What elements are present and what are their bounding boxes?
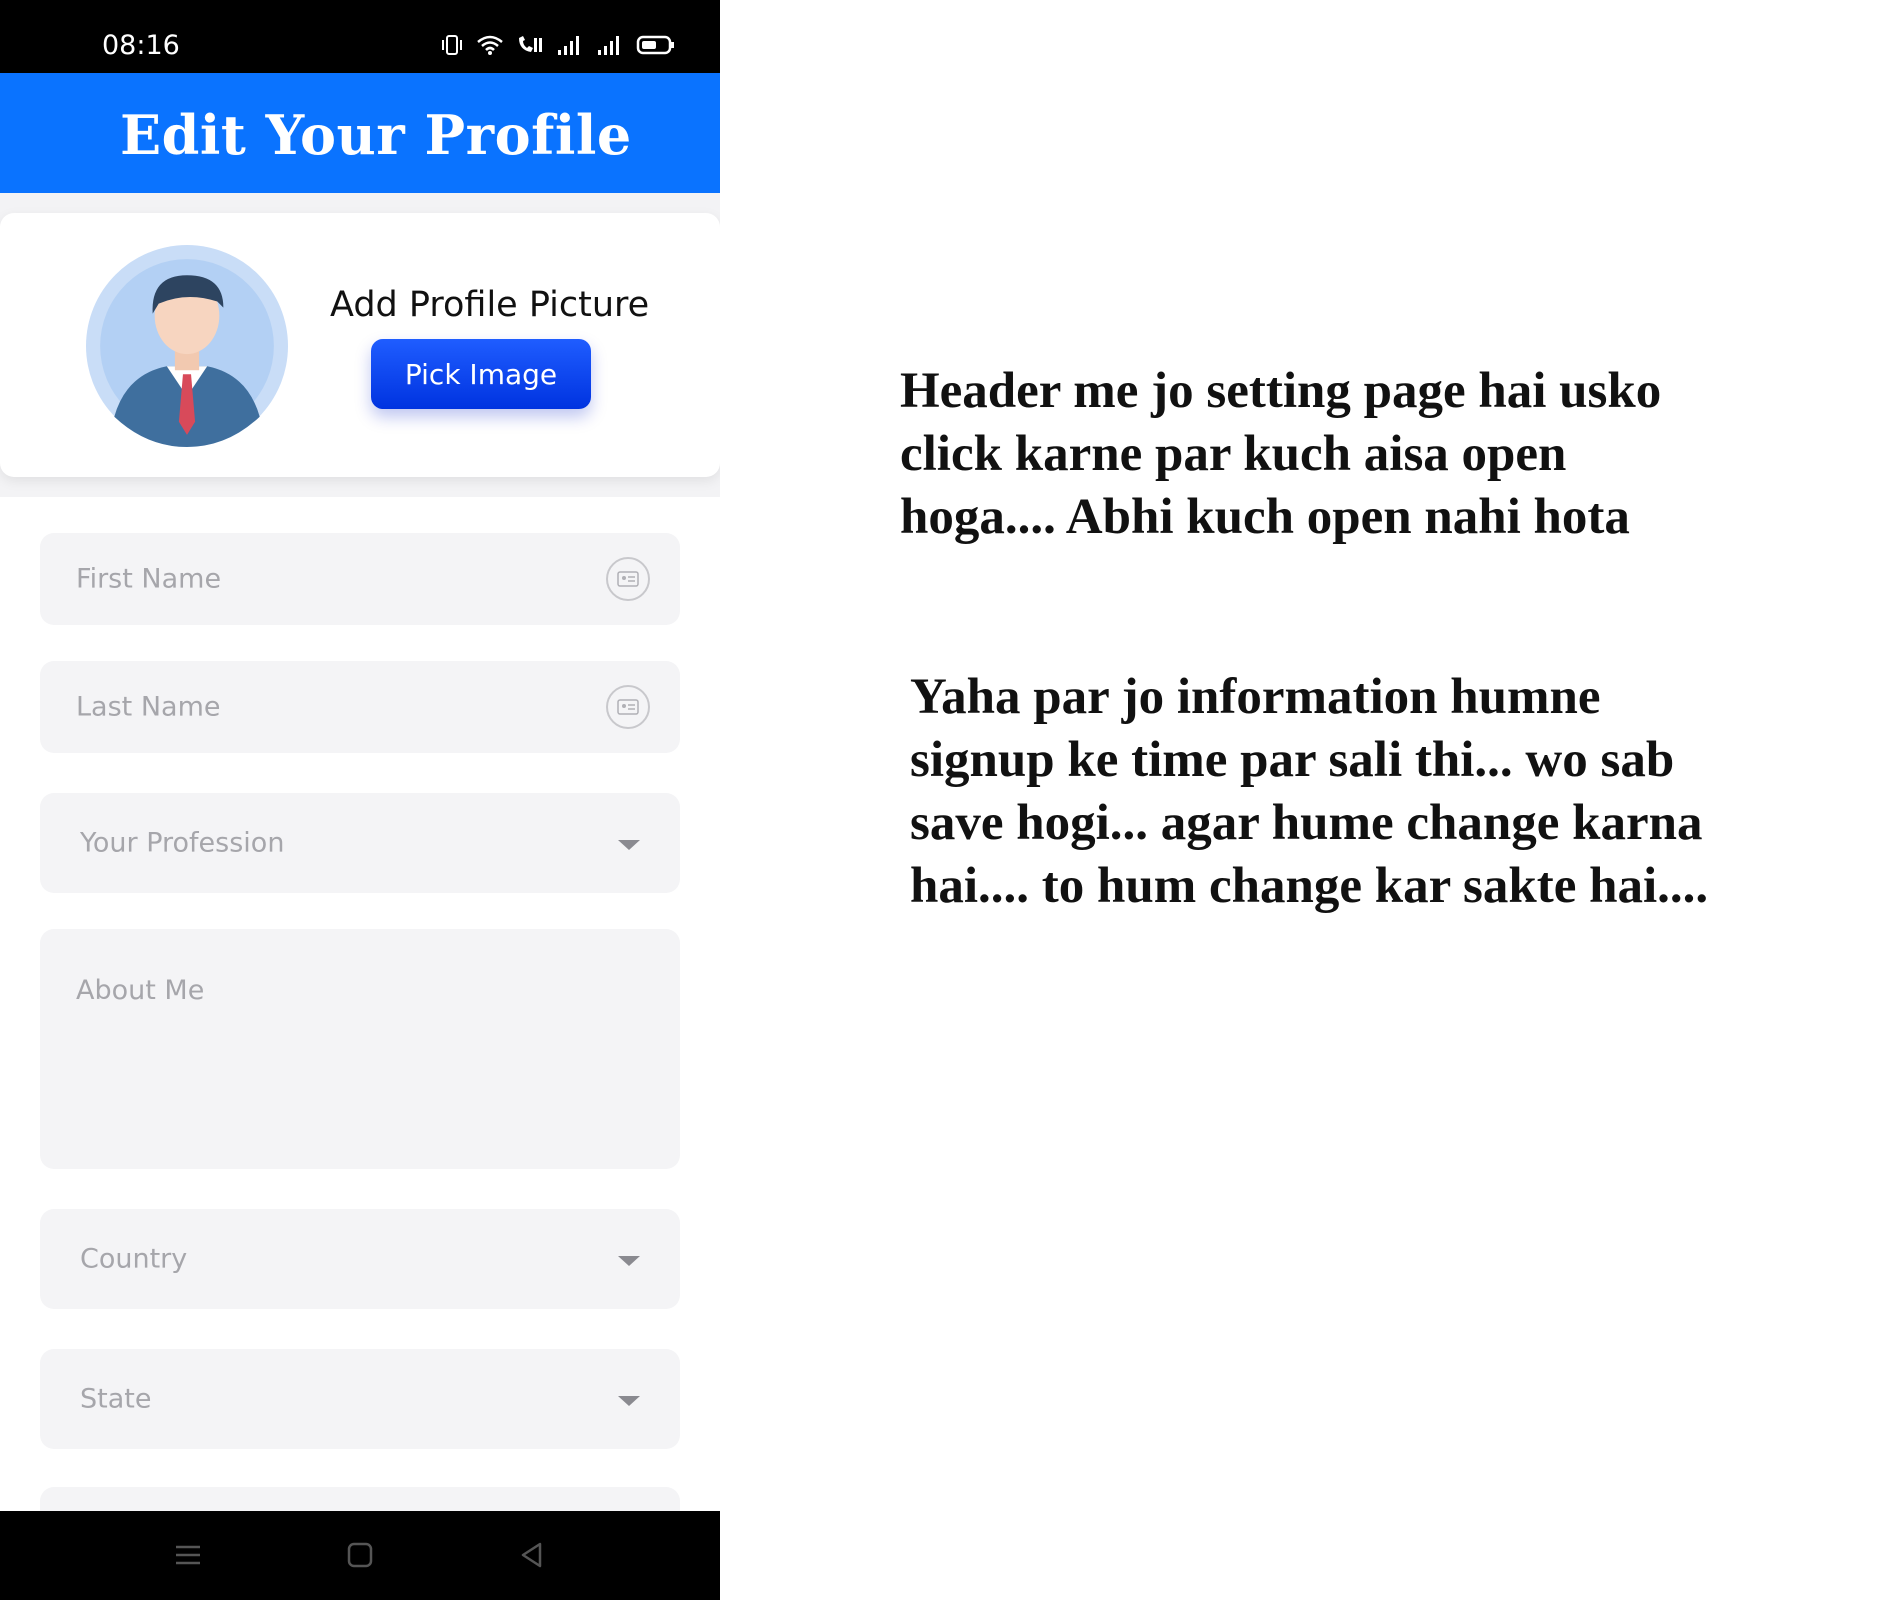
status-icons: [440, 34, 676, 56]
signal-icon: [558, 36, 579, 55]
note-line: Yaha par jo information humne: [910, 669, 1601, 725]
country-dropdown[interactable]: Country: [40, 1209, 680, 1309]
country-placeholder: Country: [80, 1243, 188, 1275]
status-time: 08:16: [102, 30, 180, 61]
note-line: Header me jo setting page hai usko: [900, 363, 1662, 419]
note-line: save hogi... agar hume change karna: [910, 795, 1703, 851]
profile-form: First Name Last Name Your Profession Abo…: [0, 497, 720, 1527]
signal-icon: [598, 36, 619, 55]
note-line: click karne par kuch aisa open: [900, 426, 1567, 482]
about-me-placeholder: About Me: [76, 975, 205, 1006]
id-card-icon: [606, 557, 650, 601]
first-name-placeholder: First Name: [76, 563, 222, 595]
annotation-note-info: Yaha par jo information humne signup ke …: [910, 666, 1708, 918]
note-line: hai.... to hum change kar sakte hai....: [910, 858, 1709, 914]
profession-dropdown[interactable]: Your Profession: [40, 793, 680, 893]
profile-picture-card: Add Profile Picture Pick Image: [0, 213, 720, 477]
id-card-icon: [606, 685, 650, 729]
annotation-note-settings: Header me jo setting page hai usko click…: [900, 360, 1661, 549]
last-name-placeholder: Last Name: [76, 691, 221, 723]
dropdown-caret-icon: [618, 840, 640, 850]
dropdown-caret-icon: [618, 1256, 640, 1266]
battery-icon: [636, 35, 674, 55]
page-title: Edit Your Profile: [120, 103, 632, 167]
avatar[interactable]: [86, 245, 288, 447]
about-me-textarea[interactable]: About Me: [40, 929, 680, 1169]
phone-screen: 08:16 Edit Your Profile Add Profile Pict…: [0, 0, 720, 1600]
last-name-field[interactable]: Last Name: [40, 661, 680, 753]
wifi-icon: [477, 35, 503, 55]
system-nav-bar: [0, 1511, 720, 1600]
back-nav-icon[interactable]: [518, 1541, 546, 1569]
vibrate-icon: [442, 35, 462, 55]
volte-call-icon: [519, 36, 542, 52]
first-name-field[interactable]: First Name: [40, 533, 680, 625]
dropdown-caret-icon: [618, 1396, 640, 1406]
pick-image-button[interactable]: Pick Image: [371, 339, 591, 409]
add-profile-picture-label: Add Profile Picture: [330, 285, 650, 325]
state-placeholder: State: [80, 1383, 152, 1415]
note-line: hoga.... Abhi kuch open nahi hota: [900, 489, 1630, 545]
menu-nav-icon[interactable]: [174, 1541, 202, 1569]
status-bar: 08:16: [0, 0, 720, 73]
app-header: Edit Your Profile: [0, 73, 720, 193]
note-line: signup ke time par sali thi... wo sab: [910, 732, 1675, 788]
profession-placeholder: Your Profession: [80, 827, 285, 859]
home-nav-icon[interactable]: [346, 1541, 374, 1569]
state-dropdown[interactable]: State: [40, 1349, 680, 1449]
